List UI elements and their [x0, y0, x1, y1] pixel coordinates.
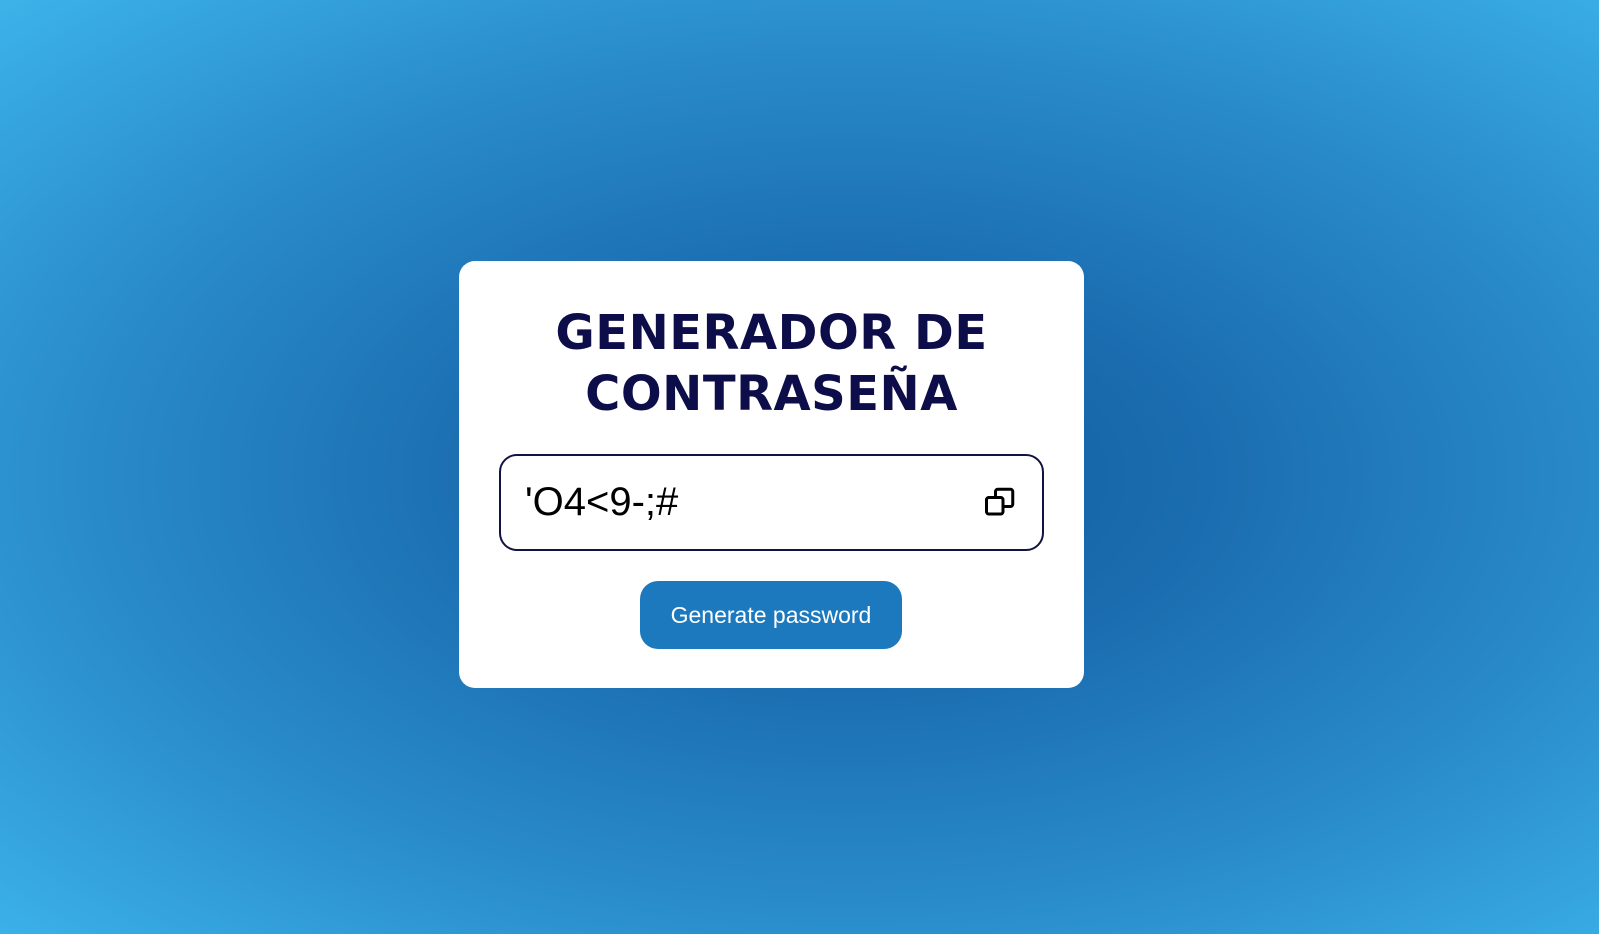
- title-line-2: CONTRASEÑA: [585, 366, 958, 422]
- password-display-box: [499, 454, 1044, 551]
- copy-icon: [985, 487, 1015, 516]
- generate-password-button[interactable]: Generate password: [640, 581, 902, 649]
- page-bottom-strip: [0, 934, 1599, 952]
- password-generator-card: GENERADOR DE CONTRASEÑA Generate passwor…: [459, 261, 1084, 688]
- page-title: GENERADOR DE CONTRASEÑA: [459, 303, 1084, 425]
- password-output-field[interactable]: [525, 456, 955, 549]
- title-line-1: GENERADOR DE: [555, 305, 988, 361]
- copy-button[interactable]: [980, 482, 1020, 522]
